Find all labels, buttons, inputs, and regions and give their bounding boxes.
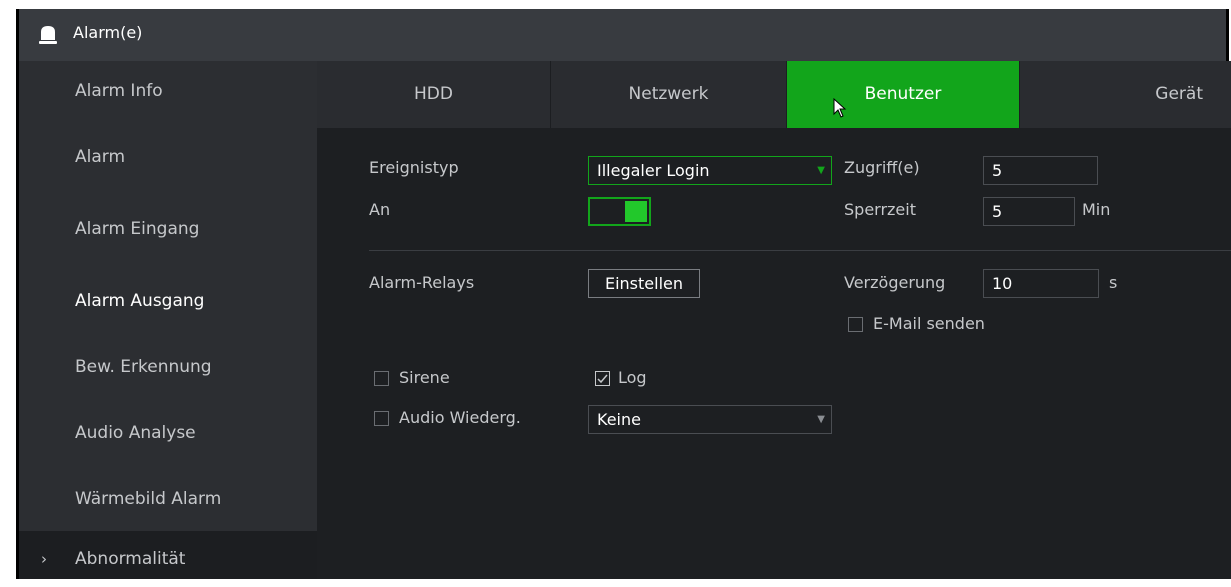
audio-select[interactable]: Keine ▼ <box>588 405 832 434</box>
sidebar-item-bew-erkennung[interactable]: Bew. Erkennung <box>19 337 317 397</box>
settings-panel: Ereignistyp Illegaler Login ▼ Zugriff(e)… <box>317 128 1231 579</box>
tab-geraet[interactable]: Gerät <box>1020 61 1231 128</box>
email-label: E-Mail senden <box>873 314 985 333</box>
sidebar-item-alarm-info[interactable]: Alarm Info <box>19 61 317 121</box>
sidebar-item-label: Abnormalität <box>75 549 186 569</box>
delay-input[interactable]: 10 <box>983 269 1099 298</box>
enable-toggle[interactable] <box>588 197 651 226</box>
sidebar-item-audio-analyse[interactable]: Audio Analyse <box>19 403 317 463</box>
sidebar-item-label: Bew. Erkennung <box>75 357 212 377</box>
sidebar-item-label: Alarm Info <box>75 81 163 101</box>
mouse-pointer-icon <box>833 98 847 118</box>
access-input[interactable]: 5 <box>983 156 1098 185</box>
sidebar-item-alarm-ausgang[interactable]: Alarm Ausgang <box>19 259 317 319</box>
checkmark-icon <box>597 374 608 384</box>
sidebar-item-label: Audio Analyse <box>75 423 196 443</box>
sidebar-item-label: Wärmebild Alarm <box>75 489 222 509</box>
log-checkbox[interactable] <box>595 371 610 386</box>
toggle-knob <box>625 201 647 222</box>
title-bar: Alarm(e) <box>19 9 1226 61</box>
email-checkbox[interactable] <box>848 317 863 332</box>
tab-benutzer[interactable]: Benutzer <box>787 61 1020 128</box>
dropdown-arrow-icon: ▼ <box>817 165 825 176</box>
sidebar-item-abnormalitaet[interactable]: › Abnormalität <box>19 531 317 579</box>
tab-netzwerk[interactable]: Netzwerk <box>551 61 787 128</box>
alarm-window: Alarm(e) Alarm Info Alarm Alarm Eingang … <box>16 9 1231 579</box>
enable-label: An <box>369 200 391 219</box>
siren-label: Sirene <box>399 368 450 387</box>
event-type-label: Ereignistyp <box>369 158 459 177</box>
siren-checkbox[interactable] <box>374 371 389 386</box>
event-type-value: Illegaler Login <box>597 161 710 180</box>
log-label: Log <box>618 368 647 387</box>
sidebar-item-alarm-eingang[interactable]: Alarm Eingang <box>19 193 317 253</box>
sidebar: Alarm Info Alarm Alarm Eingang Alarm Aus… <box>19 61 317 579</box>
audio-label: Audio Wiederg. <box>399 408 521 427</box>
event-type-select[interactable]: Illegaler Login ▼ <box>588 156 832 185</box>
divider <box>369 250 1231 251</box>
delay-unit: s <box>1109 273 1118 292</box>
lock-time-unit: Min <box>1082 200 1111 219</box>
audio-checkbox[interactable] <box>374 411 389 426</box>
alarm-relays-label: Alarm-Relays <box>369 273 475 292</box>
lock-time-input[interactable]: 5 <box>983 197 1075 226</box>
sidebar-item-label: Alarm <box>75 147 126 167</box>
tab-hdd[interactable]: HDD <box>317 61 551 128</box>
window-title: Alarm(e) <box>73 23 143 42</box>
sidebar-item-label: Alarm Eingang <box>75 219 200 239</box>
lock-time-label: Sperrzeit <box>844 200 916 219</box>
audio-value: Keine <box>597 410 641 429</box>
tab-bar: HDD Netzwerk Benutzer Gerät <box>317 61 1231 128</box>
dropdown-arrow-icon: ▼ <box>817 414 825 425</box>
sidebar-item-waermebild-alarm[interactable]: Wärmebild Alarm <box>19 469 317 529</box>
sidebar-item-label: Alarm Ausgang <box>75 291 205 311</box>
access-label: Zugriff(e) <box>844 158 920 177</box>
delay-label: Verzögerung <box>844 273 946 292</box>
alarm-bell-icon <box>39 26 57 44</box>
einstellen-button[interactable]: Einstellen <box>588 269 700 298</box>
sidebar-item-alarm[interactable]: Alarm <box>19 127 317 187</box>
